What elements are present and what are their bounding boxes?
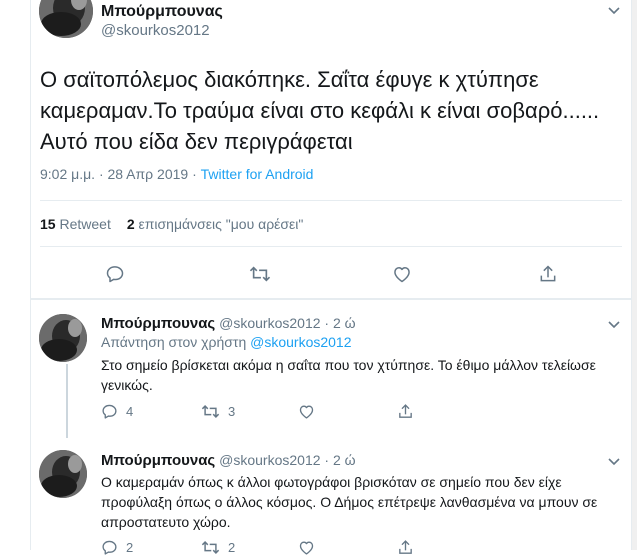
reply-button[interactable]: 4 [101,403,133,420]
reply-button[interactable] [105,264,125,284]
retweet-count: 3 [228,404,236,419]
reply-count: 2 [126,540,134,555]
author-handle[interactable]: @skourkos2012 · 2 ώ [219,315,355,331]
retweet-button[interactable] [249,264,271,284]
avatar[interactable] [39,0,93,38]
share-button[interactable] [397,539,414,556]
tweet-meta: 9:02 μ.μ. · 28 Απρ 2019 · Twitter for An… [40,166,313,182]
avatar[interactable] [39,450,87,498]
caret-down-icon[interactable] [607,6,621,16]
tweet-stats: 15 Retweet 2 επισημάνσεις "μου αρέσει" [40,216,303,232]
reply-to-line: Απάντηση στον χρήστη @skourkos2012 [101,334,352,350]
author-name[interactable]: Μπούρμπουνας [101,3,223,21]
retweet-count: 15 [40,216,56,232]
reply-text: Ο καμεραμάν όπως κ άλλοι φωτογράφοι βρισ… [101,474,598,530]
share-button[interactable] [397,403,414,420]
retweet-icon [201,405,220,418]
like-icon [299,405,314,419]
reply-icon [106,266,124,283]
retweet-icon [201,541,220,554]
retweet-count: 2 [228,540,236,555]
reply-icon [102,540,117,555]
like-button[interactable] [298,403,315,420]
retweet-stat[interactable]: 15 Retweet [40,216,111,232]
author-name[interactable]: Μπούρμπουνας [101,315,215,332]
reply-count: 4 [126,404,134,419]
main-tweet: Μπούρμπουνας @skourkos2012 Ο σαϊτοπόλεμο… [31,0,631,298]
divider [40,246,622,247]
scrollbar[interactable] [632,0,637,550]
reply-header: Μπούρμπουνας @skourkos2012 · 2 ώ [101,315,356,332]
like-icon [299,541,314,555]
like-icon [394,267,410,283]
like-button[interactable] [298,539,315,556]
reply-text: Στο σημείο βρίσκεται ακόμα η σαΐτα που τ… [101,357,596,393]
like-button[interactable] [392,264,412,284]
source-link[interactable]: Twitter for Android [201,166,314,182]
reply-tweet[interactable]: Μπούρμπουνας @skourkos2012 · 2 ώ Ο καμερ… [31,438,631,555]
retweet-icon [249,266,271,282]
tweet-text: Ο σαϊτοπόλεμος διακόπηκε. Σαΐτα έφυγε κ … [40,67,600,154]
share-button[interactable] [538,264,558,284]
like-count: 2 [126,216,135,232]
like-stat[interactable]: 2 επισημάνσεις "μου αρέσει" [127,216,304,232]
author-name[interactable]: Μπούρμπουνας [101,452,215,469]
author-handle[interactable]: @skourkos2012 · 2 ώ [219,452,355,468]
avatar[interactable] [39,314,87,362]
share-icon [540,265,556,282]
divider [40,200,622,201]
like-stat-label: επισημάνσεις "μου αρέσει" [138,216,304,232]
retweet-button[interactable]: 3 [201,403,235,420]
retweet-stat-label: Retweet [59,216,111,232]
caret-down-icon[interactable] [607,457,621,467]
retweet-button[interactable]: 2 [201,539,235,556]
author-handle[interactable]: @skourkos2012 [101,22,210,39]
reply-to-mention[interactable]: @skourkos2012 [250,334,351,350]
timestamp[interactable]: 9:02 μ.μ. · 28 Απρ 2019 · [40,166,201,182]
reply-button[interactable]: 2 [101,539,133,556]
caret-down-icon[interactable] [607,320,621,330]
reply-header: Μπούρμπουνας @skourkos2012 · 2 ώ [101,452,356,469]
reply-icon [102,404,117,419]
reply-tweet[interactable]: Μπούρμπουνας @skourkos2012 · 2 ώ Απάντησ… [31,300,631,438]
share-icon [399,404,412,418]
thread-line [66,364,68,438]
share-icon [399,540,412,554]
reply-to-prefix: Απάντηση στον χρήστη [101,334,251,350]
